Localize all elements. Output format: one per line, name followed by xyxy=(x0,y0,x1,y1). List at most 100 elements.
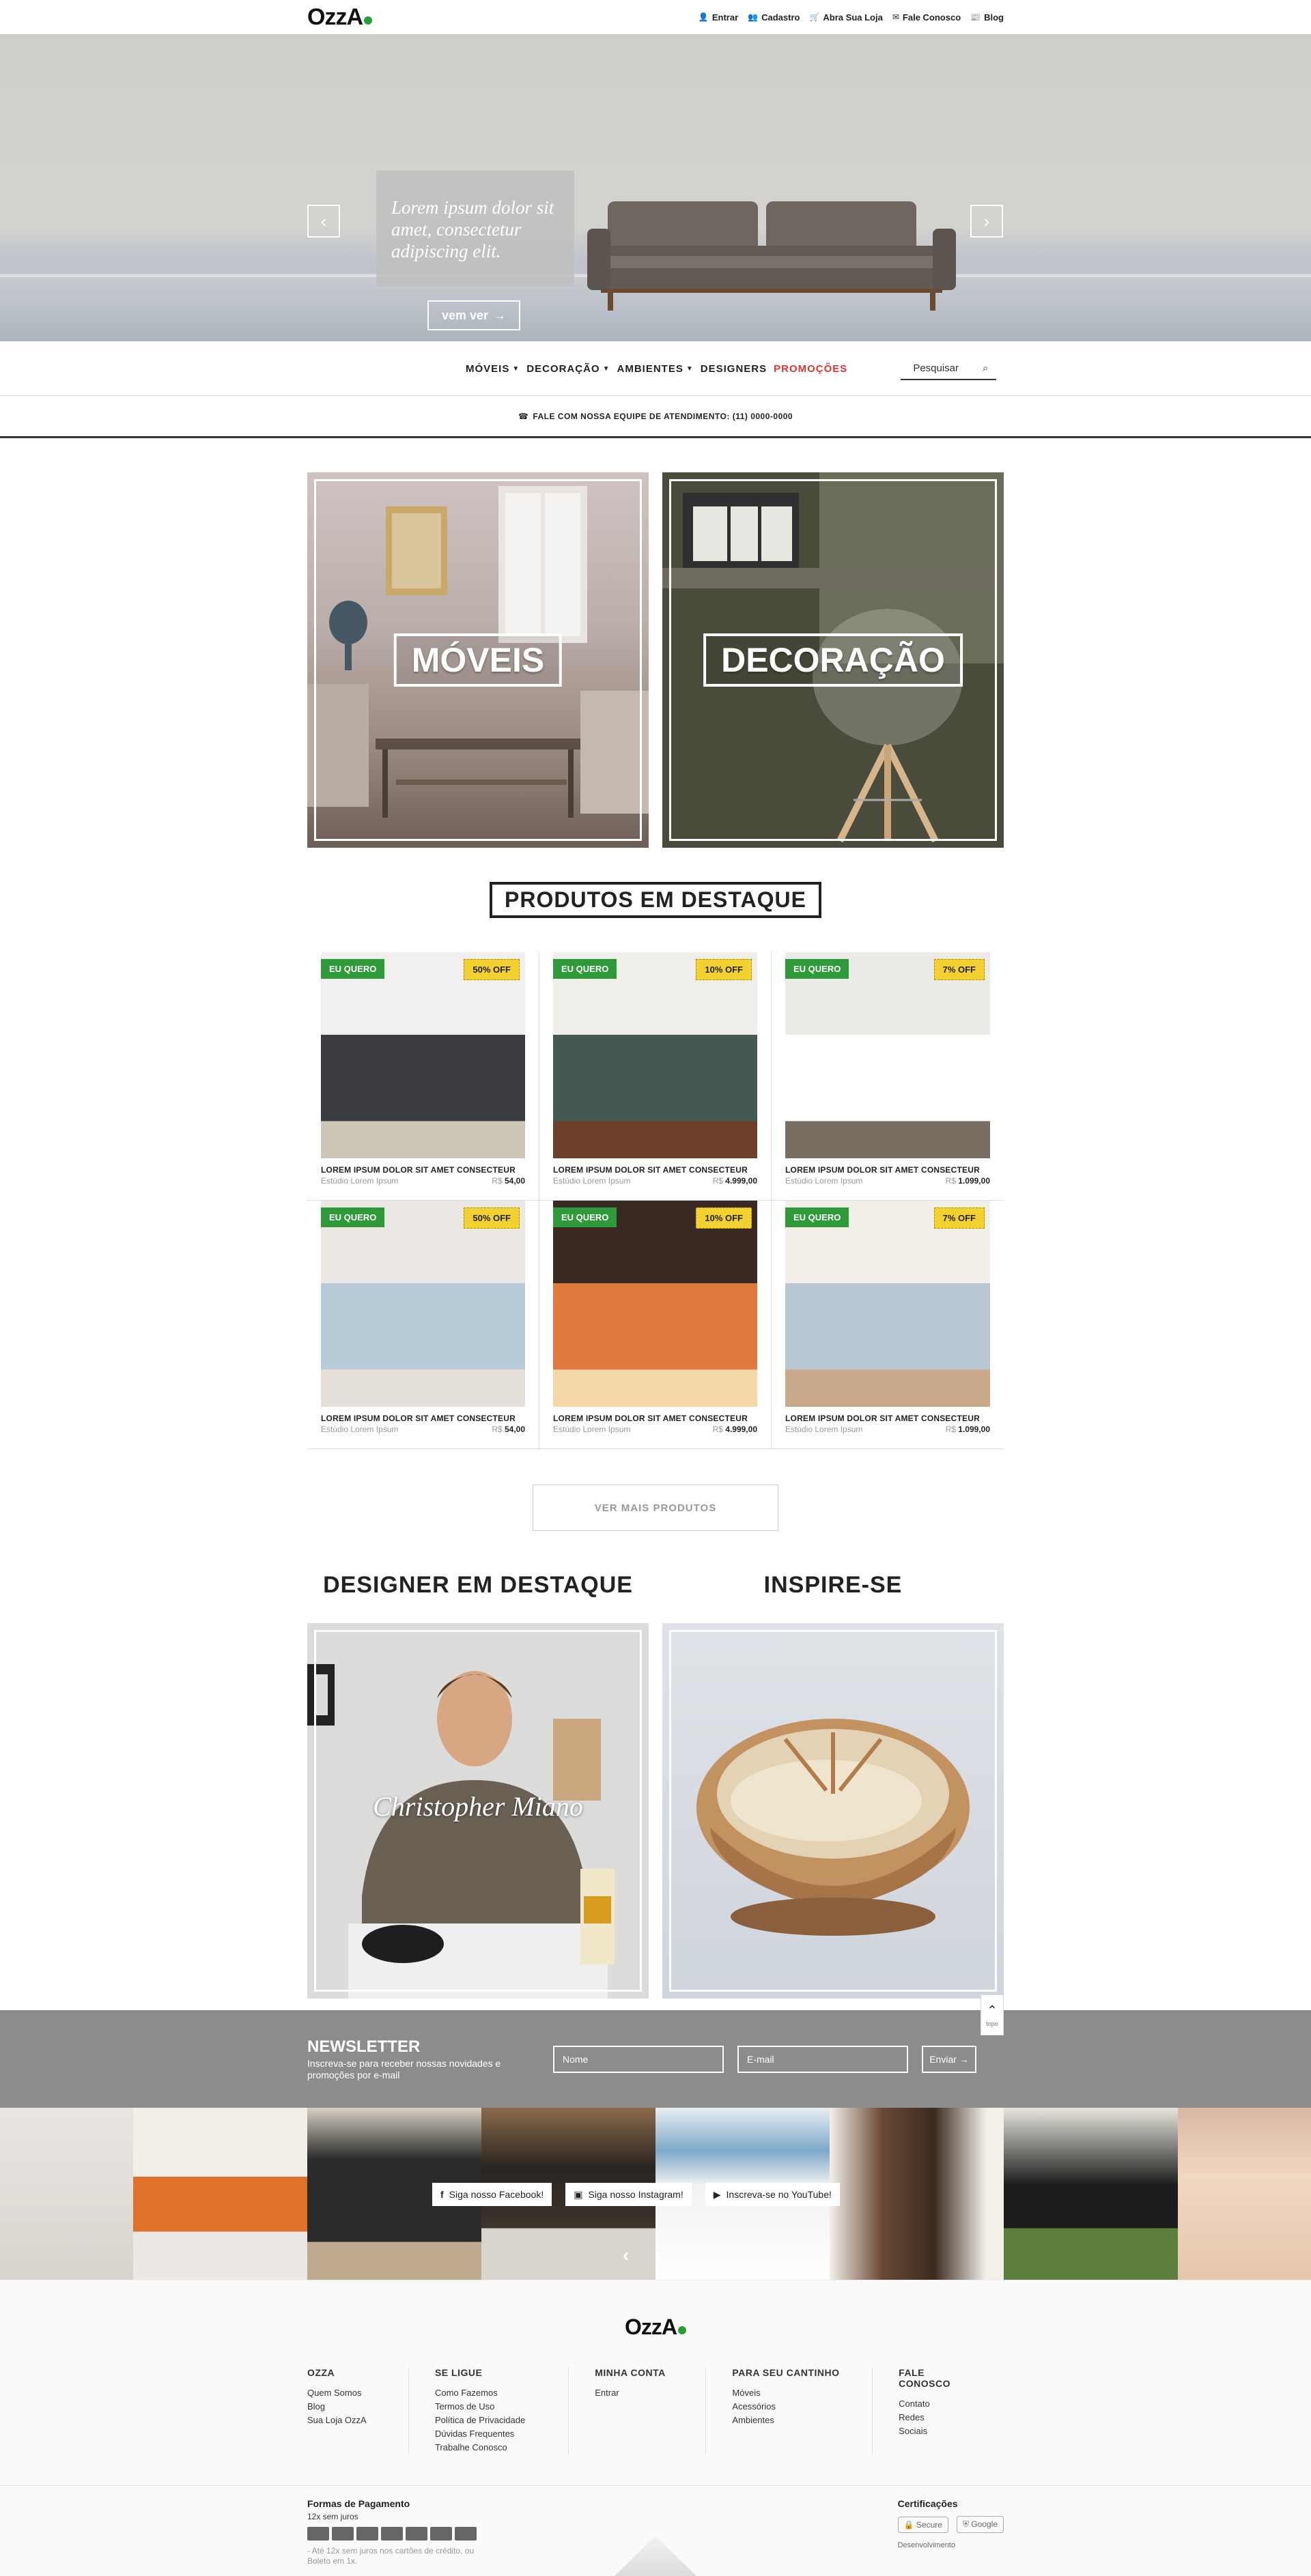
open-store-link[interactable]: 🛒 Abra Sua Loja xyxy=(809,12,882,23)
newsletter-submit-button[interactable]: Enviar → xyxy=(922,2045,976,2073)
nav-item-decoracao[interactable]: DECORAÇÃO ▼ xyxy=(526,363,610,375)
chevron-left-icon: ‹ xyxy=(320,210,327,231)
footer-link[interactable]: Contato xyxy=(899,2397,950,2411)
blog-label: Blog xyxy=(984,12,1004,23)
strip-image-lamp xyxy=(1178,2108,1311,2280)
want-button[interactable]: EU QUERO xyxy=(321,959,385,979)
designer-card[interactable]: Christopher Miano xyxy=(307,1623,649,1999)
footer-link[interactable]: Redes Sociais xyxy=(899,2411,950,2438)
logo-dot xyxy=(364,16,372,25)
category-label-moveis: MÓVEIS xyxy=(393,633,563,687)
want-button[interactable]: EU QUERO xyxy=(785,959,849,979)
designer-inspire-blocks: Christopher Miano xyxy=(307,1623,1004,1999)
payment-methods: Formas de Pagamento 12x sem juros - Até … xyxy=(307,2498,485,2566)
want-button[interactable]: EU QUERO xyxy=(553,1207,617,1227)
nav-label: DESIGNERS xyxy=(700,362,767,375)
product-card[interactable]: EU QUERO 50% OFF LOREM IPSUM DOLOR SIT AME… xyxy=(307,952,539,1201)
slider-next-button[interactable]: › xyxy=(970,205,1003,238)
product-card[interactable]: EU QUERO 50% OFF LOREM IPSUM DOLOR SIT AME… xyxy=(307,1201,539,1449)
nav-item-ambientes[interactable]: AMBIENTES ▼ xyxy=(617,363,694,375)
hero-cta-label: vem ver xyxy=(441,308,489,322)
payment-cards xyxy=(307,2527,485,2541)
footer-link[interactable]: Trabalhe Conosco xyxy=(435,2441,541,2455)
payment-note: - Até 12x sem juros nos cartões de crédi… xyxy=(307,2546,475,2566)
strip-image-wine-rack xyxy=(830,2108,1004,2280)
footer-link[interactable]: Política de Privacidade xyxy=(435,2414,541,2427)
footer-link[interactable]: Termos de Uso xyxy=(435,2400,541,2414)
designer-heading: DESIGNER EM DESTAQUE xyxy=(323,1572,633,1598)
social-links: f Siga nosso Facebook! ▣ Siga nosso Instag… xyxy=(432,2183,840,2206)
newsletter-email-field[interactable] xyxy=(737,2045,908,2073)
nav-label: AMBIENTES xyxy=(617,362,683,375)
price-value: 54,00 xyxy=(504,1425,525,1434)
footer-link[interactable]: Sua Loja OzzA xyxy=(307,2414,381,2427)
want-button[interactable]: EU QUERO xyxy=(321,1207,385,1227)
footer-column-title: PARA SEU CANTINHO xyxy=(732,2367,840,2378)
nav-item-promocoes[interactable]: PROMOÇÕES xyxy=(774,363,847,375)
designer-inspire-headings: DESIGNER EM DESTAQUE INSPIRE-SE xyxy=(307,1572,1004,1599)
footer: OzzA OZZA Quem Somos Blog Sua Loja OzzA SE L… xyxy=(0,2280,1311,2576)
want-button[interactable]: EU QUERO xyxy=(785,1207,849,1227)
more-products-button[interactable]: VER MAIS PRODUTOS xyxy=(533,1485,778,1531)
hero-cta-button[interactable]: vem ver → xyxy=(427,300,520,330)
footer-logo-mark[interactable]: OzzA xyxy=(0,2315,1311,2340)
product-price: R$ 54,00 xyxy=(492,1425,525,1434)
footer-link[interactable]: Entrar xyxy=(595,2386,678,2400)
instagram-icon: ▣ xyxy=(574,2188,583,2200)
want-button[interactable]: EU QUERO xyxy=(553,959,617,979)
register-label: Cadastro xyxy=(761,12,800,23)
google-badge-label: Google xyxy=(971,2519,998,2529)
footer-link[interactable]: Dúvidas Frequentes xyxy=(435,2427,541,2441)
category-label-decoracao: DECORAÇÃO xyxy=(703,633,963,687)
product-card[interactable]: EU QUERO 7% OFF LOREM IPSUM DOLOR SIT AMET… xyxy=(772,1201,1004,1449)
youtube-link[interactable]: ▶ Inscreva-se no YouTube! xyxy=(705,2183,840,2206)
lock-icon: 🔒 xyxy=(903,2519,914,2530)
nav-item-designers[interactable]: DESIGNERS xyxy=(701,363,767,375)
slider-prev-button[interactable]: ‹ xyxy=(307,205,340,238)
strip-next-icon[interactable]: › xyxy=(655,2244,661,2266)
register-link[interactable]: 👥 Cadastro xyxy=(748,12,800,23)
inspire-card[interactable] xyxy=(662,1623,1004,1999)
search-input[interactable]: Pesquisar ⌕ xyxy=(901,357,997,380)
nav-item-moveis[interactable]: MÓVEIS ▼ xyxy=(466,363,520,375)
facebook-link[interactable]: f Siga nosso Facebook! xyxy=(432,2183,552,2206)
caret-down-icon: ▼ xyxy=(512,364,520,373)
instagram-link[interactable]: ▣ Siga nosso Instagram! xyxy=(565,2183,692,2206)
footer-link[interactable]: Quem Somos xyxy=(307,2386,381,2400)
secure-badge: 🔒 Secure xyxy=(897,2516,948,2533)
currency: R$ xyxy=(945,1176,956,1186)
footer-link[interactable]: Ambientes xyxy=(732,2414,845,2427)
footer-link[interactable]: Blog xyxy=(307,2400,381,2414)
ozza-logo[interactable]: OzzA xyxy=(307,4,372,31)
product-image: EU QUERO 7% OFF xyxy=(785,1201,990,1407)
developed-by: Desenvolvimento xyxy=(897,2541,955,2549)
footer-link[interactable]: Móveis xyxy=(732,2386,845,2400)
strip-prev-icon[interactable]: ‹ xyxy=(623,2244,629,2266)
amex-icon xyxy=(406,2527,427,2541)
product-studio: Estúdio Lorem Ipsum xyxy=(553,1425,631,1434)
newsletter-name-field[interactable] xyxy=(553,2045,724,2073)
login-link[interactable]: 👤 Entrar xyxy=(699,12,738,23)
contact-label: Fale Conosco xyxy=(902,12,961,23)
product-card[interactable]: EU QUERO 10% OFF LOREM IPSUM DOLOR SIT AME… xyxy=(539,952,772,1201)
newsletter-form: Enviar → xyxy=(553,2045,976,2073)
submit-label: Enviar xyxy=(929,2053,957,2065)
price-value: 54,00 xyxy=(504,1176,525,1186)
blog-link[interactable]: 📰 Blog xyxy=(970,12,1004,23)
footer-column-title: MINHA CONTA xyxy=(595,2367,666,2378)
product-card[interactable]: EU QUERO 10% OFF LOREM IPSUM DOLOR SIT AME… xyxy=(539,1201,772,1449)
footer-link[interactable]: Acessórios xyxy=(732,2400,845,2414)
category-moveis[interactable]: MÓVEIS xyxy=(307,472,649,848)
strip-arrows: ‹ › xyxy=(623,2244,662,2266)
discount-badge: 50% OFF xyxy=(464,959,520,980)
footer-link[interactable]: Como Fazemos xyxy=(435,2386,541,2400)
product-card[interactable]: EU QUERO 7% OFF LOREM IPSUM DOLOR SIT AMET… xyxy=(772,952,1004,1201)
contact-bar-text: FALE COM NOSSA EQUIPE DE ATENDIMENTO: (1… xyxy=(533,411,793,421)
category-decoracao[interactable]: DECORAÇÃO xyxy=(662,472,1004,848)
search-icon[interactable]: ⌕ xyxy=(983,362,988,374)
back-to-top-button[interactable]: ⌃ topo xyxy=(981,1994,1004,2035)
hero-caption-text: Lorem ipsum dolor sit amet, consectetur … xyxy=(391,197,554,261)
mastercard-icon xyxy=(332,2527,354,2541)
nav-label: PROMOÇÕES xyxy=(774,362,848,375)
contact-link[interactable]: ✉ Fale Conosco xyxy=(892,12,961,23)
